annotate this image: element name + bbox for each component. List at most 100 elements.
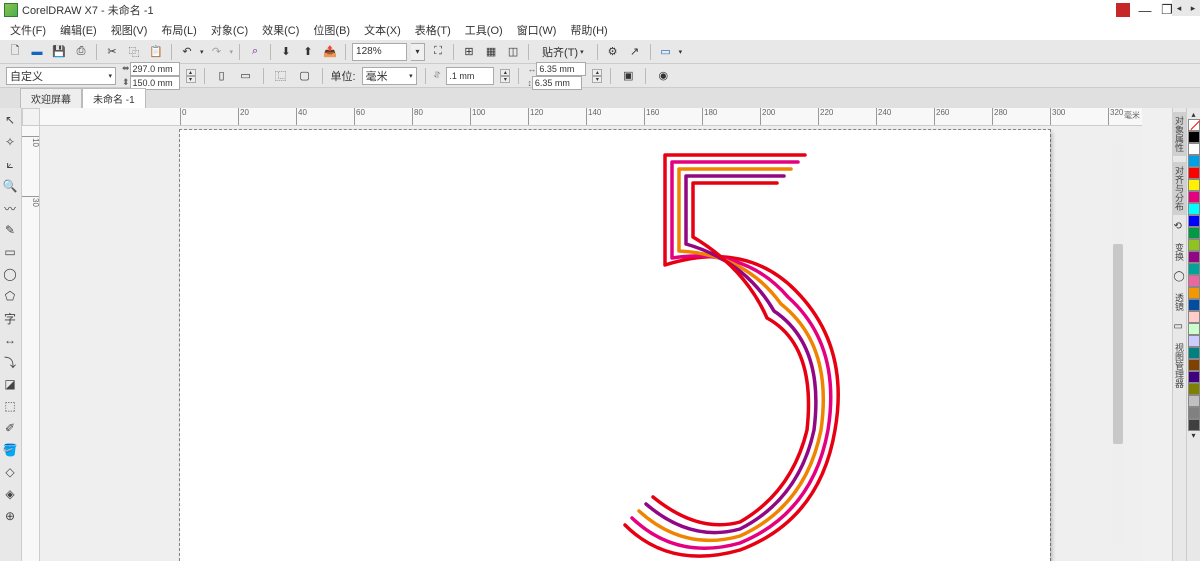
guides-icon[interactable]: ◫ [504,43,522,61]
swatch[interactable] [1188,203,1200,215]
swatch[interactable] [1188,191,1200,203]
ruler-origin[interactable] [22,108,40,126]
swatch[interactable] [1188,419,1200,431]
swatch[interactable] [1188,335,1200,347]
swatch[interactable] [1188,179,1200,191]
swatch[interactable] [1188,251,1200,263]
zoom-dropdown[interactable]: ▾ [411,43,425,61]
dropshadow-icon[interactable]: ◪ [0,374,20,394]
swatch[interactable] [1188,383,1200,395]
unit-dropdown[interactable]: 毫米▾ [362,67,417,85]
swatch[interactable] [1188,239,1200,251]
view-mgr-icon[interactable]: ▭ [1174,321,1186,333]
swatch[interactable] [1188,347,1200,359]
menu-tools[interactable]: 工具(O) [459,21,509,39]
page-preset-dropdown[interactable]: 自定义▾ [6,67,116,85]
swatch[interactable] [1188,407,1200,419]
fullscreen-icon[interactable]: ⛶ [429,43,447,61]
app-launcher-icon[interactable]: ▭ [657,43,675,61]
palette-scroll-down[interactable]: ▾ [1191,431,1195,440]
swatch[interactable] [1188,263,1200,275]
menu-help[interactable]: 帮助(H) [564,21,613,39]
crop-tool-icon[interactable]: ⟀ [0,154,20,174]
artistic-media-icon[interactable]: ✎ [0,220,20,240]
nudge-input[interactable] [446,67,494,85]
print-icon[interactable]: ⎙ [72,43,90,61]
grid-icon[interactable]: ▦ [482,43,500,61]
current-page-icon[interactable]: ▢ [296,67,314,85]
undo-icon[interactable]: ↶ [178,43,196,61]
ruler-horizontal[interactable]: 毫米 0204060801001201401601802002202402602… [40,108,1142,126]
swatch[interactable] [1188,131,1200,143]
smartfill-icon[interactable]: ◈ [0,484,20,504]
export-icon[interactable]: ⬆ [299,43,317,61]
canvas-area[interactable]: 毫米 0204060801001201401601802002202402602… [22,108,1172,561]
rulers-icon[interactable]: ⊞ [460,43,478,61]
swatch[interactable] [1188,371,1200,383]
swatch[interactable] [1188,143,1200,155]
save-icon[interactable]: 💾 [50,43,68,61]
paste-icon[interactable]: 📋 [147,43,165,61]
zoom-tool-icon[interactable]: 🔍 [0,176,20,196]
docker-align[interactable]: 对齐与分布 [1172,162,1187,215]
menu-bitmap[interactable]: 位图(B) [307,21,356,39]
copy-icon[interactable]: ⿻ [125,43,143,61]
rectangle-tool-icon[interactable]: ▭ [0,242,20,262]
shape-tool-icon[interactable]: ✧ [0,132,20,152]
portrait-icon[interactable]: ▯ [213,67,231,85]
menu-window[interactable]: 窗口(W) [511,21,563,39]
swatch[interactable] [1188,287,1200,299]
menu-table[interactable]: 表格(T) [409,21,457,39]
page[interactable] [180,130,1050,561]
ruler-vertical[interactable]: 1030 [22,126,40,561]
swatch[interactable] [1188,275,1200,287]
menu-edit[interactable]: 编辑(E) [54,21,103,39]
swatch[interactable] [1188,359,1200,371]
dup-y-input[interactable] [532,76,582,90]
eyedropper-icon[interactable]: ✐ [0,418,20,438]
landscape-icon[interactable]: ▭ [237,67,255,85]
transparency-icon[interactable]: ⬚ [0,396,20,416]
tab-document[interactable]: 未命名 -1 [82,88,146,108]
scrollbar-vertical[interactable] [1112,144,1124,543]
lens-icon[interactable]: ◯ [1174,271,1186,283]
new-icon[interactable]: 🗋 [6,43,24,61]
swatch[interactable] [1188,227,1200,239]
menu-object[interactable]: 对象(C) [205,21,254,39]
swatch[interactable] [1188,155,1200,167]
menu-text[interactable]: 文本(X) [358,21,407,39]
width-spin-up[interactable]: ▴ [186,69,196,76]
all-pages-icon[interactable]: ⿺ [272,67,290,85]
text-tool-icon[interactable]: 字 [0,308,20,328]
swatch[interactable] [1188,215,1200,227]
menu-file[interactable]: 文件(F) [4,21,52,39]
docker-transform[interactable]: 变换 [1172,239,1187,265]
connector-icon[interactable]: ⤵ [0,352,20,372]
search-icon[interactable]: ⌕ [246,43,264,61]
canvas[interactable] [40,126,1142,561]
user-icon[interactable] [1116,3,1130,17]
outline-tool-icon[interactable]: ◇ [0,462,20,482]
open-icon[interactable]: ▬ [28,43,46,61]
docker-object-props[interactable]: 对象属性 [1172,112,1187,156]
palette-scroll-up[interactable]: ▴ [1191,110,1195,119]
swatch[interactable] [1188,311,1200,323]
fill-tool-icon[interactable]: 🪣 [0,440,20,460]
tab-scroll-right[interactable]: ▸ [1186,0,1200,16]
zoom-input[interactable] [352,43,407,61]
minimize-button[interactable]: — [1138,3,1152,17]
menu-effects[interactable]: 效果(C) [256,21,305,39]
pick-tool-icon[interactable]: ↖ [0,110,20,130]
width-spin-down[interactable]: ▾ [186,76,196,83]
swatch[interactable] [1188,119,1200,131]
dup-x-input[interactable] [536,62,586,76]
redo-icon[interactable]: ↷ [208,43,226,61]
cut-icon[interactable]: ✂ [103,43,121,61]
parallel-dim-icon[interactable]: ↔ [0,330,20,350]
swatch[interactable] [1188,395,1200,407]
polygon-tool-icon[interactable]: ⬠ [0,286,20,306]
swatch[interactable] [1188,323,1200,335]
nudge-spin-down[interactable]: ▾ [500,76,510,83]
import-icon[interactable]: ⬇ [277,43,295,61]
tab-welcome[interactable]: 欢迎屏幕 [20,88,82,108]
